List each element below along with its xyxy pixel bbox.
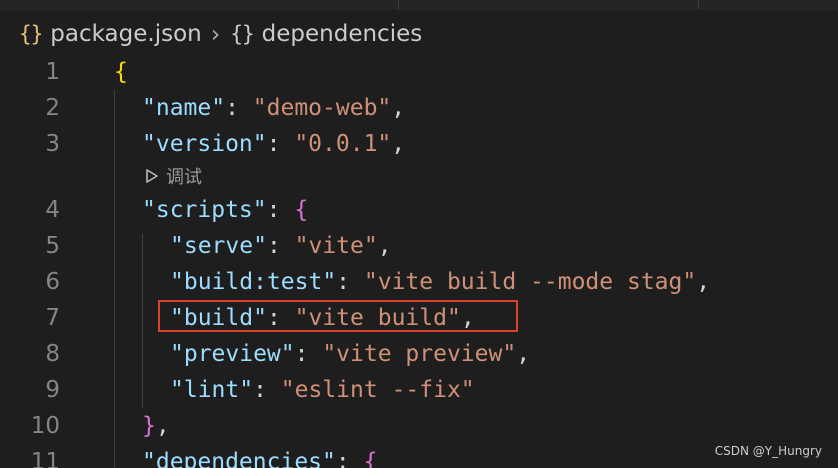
indent-guide [142, 234, 143, 408]
watermark: CSDN @Y_Hungry [714, 444, 822, 458]
code-token: "vite" [294, 233, 378, 259]
debug-codelens[interactable]: 调试 [145, 164, 202, 188]
code-token: "lint" [170, 377, 254, 403]
code-token: : [266, 197, 295, 223]
code-token: "0.0.1" [294, 131, 392, 157]
code-token: , [391, 131, 406, 157]
code-token: : [266, 131, 295, 157]
line-number: 6 [45, 269, 60, 295]
code-editor[interactable]: 11 "dependencies": {10}, 9 "lint": "eslint … [0, 0, 838, 468]
code-text: "dependencies": { [142, 444, 377, 468]
code-token: : [253, 377, 281, 403]
line-number: 8 [45, 341, 60, 367]
code-line[interactable]: 3 "version": "0.0.1", [0, 126, 838, 162]
highlight-annotation-box [158, 300, 518, 332]
code-text: "lint": "eslint --fix" [170, 372, 475, 408]
line-number: 5 [45, 233, 60, 259]
code-line[interactable]: 4 "scripts": { [0, 192, 838, 228]
code-token: , [391, 95, 406, 121]
code-token: "vite preview" [322, 341, 517, 367]
code-text: "scripts": { [142, 192, 308, 228]
code-token: , [377, 233, 392, 259]
code-token: { [294, 197, 309, 223]
indent-guide [114, 90, 115, 468]
code-text: "name": "demo-web", [142, 90, 405, 126]
code-line[interactable]: 11 "dependencies": { [0, 444, 838, 468]
line-number: 3 [45, 131, 60, 157]
code-token: : [294, 341, 323, 367]
line-number: 9 [45, 377, 60, 403]
code-token: { [114, 59, 128, 85]
code-token: "vite build --mode stag" [363, 269, 697, 295]
code-line[interactable]: 10}, [0, 408, 838, 444]
line-number: 11 [30, 449, 60, 468]
code-token: { [363, 449, 378, 468]
code-token: "demo-web" [252, 95, 392, 121]
play-icon [146, 169, 158, 183]
code-text: "version": "0.0.1", [142, 126, 405, 162]
line-number: 1 [45, 59, 60, 85]
code-token: : [225, 95, 253, 121]
code-token: : [335, 449, 364, 468]
code-token: , [696, 269, 711, 295]
code-token: "version" [142, 131, 267, 157]
code-text: "preview": "vite preview", [170, 336, 530, 372]
code-token: "preview" [170, 341, 295, 367]
code-line[interactable]: 9 "lint": "eslint --fix" [0, 372, 838, 408]
code-line[interactable]: 2 "name": "demo-web", [0, 90, 838, 126]
code-token: "build:test" [170, 269, 337, 295]
code-token: "eslint --fix" [280, 377, 475, 403]
code-token: : [266, 233, 295, 259]
code-text: { [114, 54, 128, 90]
line-number: 4 [45, 197, 60, 223]
code-token: "name" [142, 95, 226, 121]
code-token: , [155, 413, 170, 439]
code-token: "scripts" [142, 197, 267, 223]
code-token: "dependencies" [142, 449, 336, 468]
code-line[interactable]: 8 "preview": "vite preview", [0, 336, 838, 372]
line-number: 10 [30, 413, 60, 439]
code-line[interactable]: 1{ [0, 54, 838, 90]
line-number: 2 [45, 95, 60, 121]
code-token: } [142, 413, 156, 439]
debug-codelens-label: 调试 [166, 167, 202, 188]
code-text: "serve": "vite", [170, 228, 392, 264]
code-line[interactable]: 6 "build:test": "vite build --mode stag", [0, 264, 838, 300]
code-text: }, [142, 408, 170, 444]
line-number: 7 [45, 305, 60, 331]
code-token: "serve" [170, 233, 267, 259]
code-token: , [516, 341, 531, 367]
code-token: : [336, 269, 364, 295]
code-text: "build:test": "vite build --mode stag", [170, 264, 710, 300]
code-line[interactable]: 5 "serve": "vite", [0, 228, 838, 264]
